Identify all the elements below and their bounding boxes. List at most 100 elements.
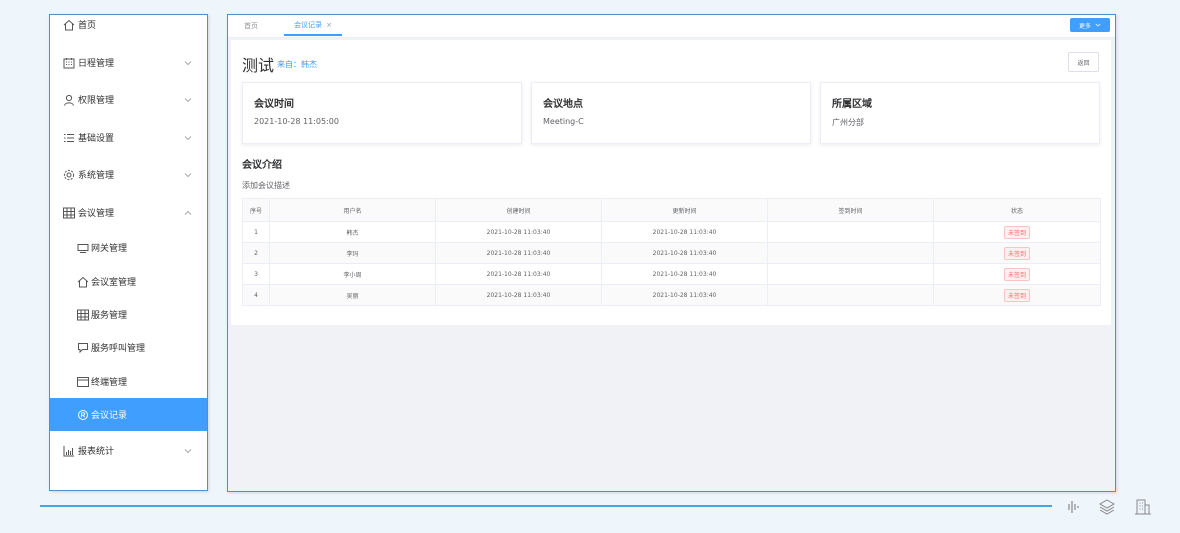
column-header[interactable]: 用户名: [269, 198, 436, 222]
tab-meeting-record[interactable]: 会议记录 ×: [284, 15, 342, 36]
sidebar-item-home[interactable]: 首页: [50, 8, 207, 41]
chevron-down-icon: [184, 58, 193, 67]
info-value: 广州分部: [832, 118, 864, 127]
meeting-detail-card: 测试 来自：韩杰 返回 会议时间 2021-10-28 11:05:00 会议地…: [231, 40, 1111, 325]
info-heading: 所属区域: [832, 99, 872, 110]
status-badge: 未签到: [1003, 267, 1030, 281]
calendar-icon: [62, 56, 75, 69]
cell-user: 韩杰: [269, 221, 436, 243]
sidebar-item-label: 服务呼叫管理: [91, 344, 146, 354]
tab-bar: 首页 会议记录 × 更多: [228, 15, 1115, 38]
table-row[interactable]: 2 李玛 2021-10-28 11:03:40 2021-10-28 11:0…: [242, 242, 1101, 264]
table-row[interactable]: 1 韩杰 2021-10-28 11:03:40 2021-10-28 11:0…: [242, 221, 1101, 243]
info-value: 2021-10-28 11:05:00: [254, 117, 339, 126]
cell-created: 2021-10-28 11:03:40: [435, 242, 602, 264]
sidebar-item-label: 会议管理: [78, 209, 115, 219]
sidebar-item-label: 报表统计: [78, 447, 115, 457]
user-icon: [62, 93, 75, 106]
cell-status: 未签到: [933, 242, 1101, 264]
table-row[interactable]: 3 李小周 2021-10-28 11:03:40 2021-10-28 11:…: [242, 263, 1101, 285]
info-meeting-time: 会议时间 2021-10-28 11:05:00: [242, 82, 522, 144]
column-header[interactable]: 状态: [933, 198, 1101, 222]
cell-created: 2021-10-28 11:03:40: [435, 263, 602, 285]
sidebar-item-meeting-room[interactable]: 会议室管理: [50, 265, 207, 298]
cell-signin: [767, 263, 934, 285]
sidebar-item-schedule[interactable]: 日程管理: [50, 46, 207, 79]
cell-user: 李小周: [269, 263, 436, 285]
sidebar-item-meeting-record[interactable]: 会议记录: [50, 398, 207, 431]
chevron-down-icon: [184, 446, 193, 455]
sidebar-item-gateway[interactable]: 网关管理: [50, 231, 207, 264]
table-row[interactable]: 4 吴丽 2021-10-28 11:03:40 2021-10-28 11:0…: [242, 284, 1101, 306]
cell-created: 2021-10-28 11:03:40: [435, 284, 602, 306]
cell-status: 未签到: [933, 284, 1101, 306]
sidebar-item-label: 权限管理: [78, 96, 115, 106]
sidebar-item-meeting[interactable]: 会议管理: [50, 196, 207, 229]
column-header[interactable]: 签到时间: [767, 198, 934, 222]
cell-no: 1: [242, 221, 270, 243]
home-icon: [76, 275, 89, 288]
sidebar-item-label: 基础设置: [78, 134, 115, 144]
record-icon: [76, 408, 89, 421]
sidebar-item-label: 首页: [78, 21, 97, 31]
sidebar-item-basic-settings[interactable]: 基础设置: [50, 121, 207, 154]
meeting-organizer: 来自：韩杰: [277, 60, 317, 69]
chat-icon: [76, 341, 89, 354]
sidebar-item-label: 日程管理: [78, 59, 115, 69]
building-icon[interactable]: [1134, 498, 1152, 516]
chevron-down-icon: [184, 133, 193, 142]
info-heading: 会议时间: [254, 99, 294, 110]
sidebar-item-label: 会议室管理: [91, 278, 137, 288]
chevron-down-icon: [184, 95, 193, 104]
cell-no: 2: [242, 242, 270, 264]
gear-icon: [62, 168, 75, 181]
monitor-icon: [76, 241, 89, 254]
cell-signin: [767, 284, 934, 306]
status-badge: 未签到: [1003, 225, 1030, 239]
cell-status: 未签到: [933, 221, 1101, 243]
sidebar-item-label: 网关管理: [91, 244, 128, 254]
info-meeting-region: 所属区域 广州分部: [820, 82, 1100, 144]
sidebar-item-label: 服务管理: [91, 311, 128, 321]
attendee-table: 序号 用户名 创建时间 更新时间 签到时间 状态 1 韩杰 2021-10-28…: [242, 198, 1101, 306]
cell-user: 李玛: [269, 242, 436, 264]
column-header[interactable]: 更新时间: [601, 198, 768, 222]
waveform-icon[interactable]: [1064, 498, 1082, 516]
cell-status: 未签到: [933, 263, 1101, 285]
more-button-label: 更多: [1078, 22, 1091, 30]
cell-no: 4: [242, 284, 270, 306]
grid-icon: [62, 206, 75, 219]
terminal-icon: [76, 375, 89, 388]
chevron-down-icon: [184, 170, 193, 179]
info-heading: 会议地点: [543, 99, 583, 110]
sidebar-item-service-call[interactable]: 服务呼叫管理: [50, 331, 207, 364]
cell-no: 3: [242, 263, 270, 285]
tab-label: 会议记录: [294, 20, 323, 29]
close-icon[interactable]: ×: [326, 21, 332, 29]
intro-description: 添加会议描述: [242, 181, 290, 190]
chevron-down-icon: [1095, 22, 1101, 28]
cell-created: 2021-10-28 11:03:40: [435, 221, 602, 243]
sidebar-item-system[interactable]: 系统管理: [50, 158, 207, 191]
info-value: Meeting-C: [543, 117, 584, 126]
page-title: 测试: [242, 56, 275, 75]
sidebar-item-permission[interactable]: 权限管理: [50, 83, 207, 116]
return-button[interactable]: 返回: [1068, 52, 1099, 72]
column-header[interactable]: 创建时间: [435, 198, 602, 222]
column-header[interactable]: 序号: [242, 198, 270, 222]
cell-updated: 2021-10-28 11:03:40: [601, 242, 768, 264]
grid-icon: [76, 308, 89, 321]
sidebar-item-label: 终端管理: [91, 378, 128, 388]
tab-home[interactable]: 首页: [244, 15, 258, 36]
sidebar-item-terminal[interactable]: 终端管理: [50, 365, 207, 398]
sidebar-item-service[interactable]: 服务管理: [50, 298, 207, 331]
list-icon: [62, 131, 75, 144]
cell-user: 吴丽: [269, 284, 436, 306]
sidebar-item-label: 系统管理: [78, 171, 115, 181]
cell-updated: 2021-10-28 11:03:40: [601, 284, 768, 306]
layers-icon[interactable]: [1098, 498, 1116, 516]
main-panel: 首页 会议记录 × 更多 测试 来自：韩杰 返回 会议时间 2021-10-28…: [227, 14, 1116, 492]
info-meeting-location: 会议地点 Meeting-C: [531, 82, 811, 144]
more-button[interactable]: 更多: [1070, 18, 1110, 32]
sidebar-item-report[interactable]: 报表统计: [50, 434, 207, 467]
